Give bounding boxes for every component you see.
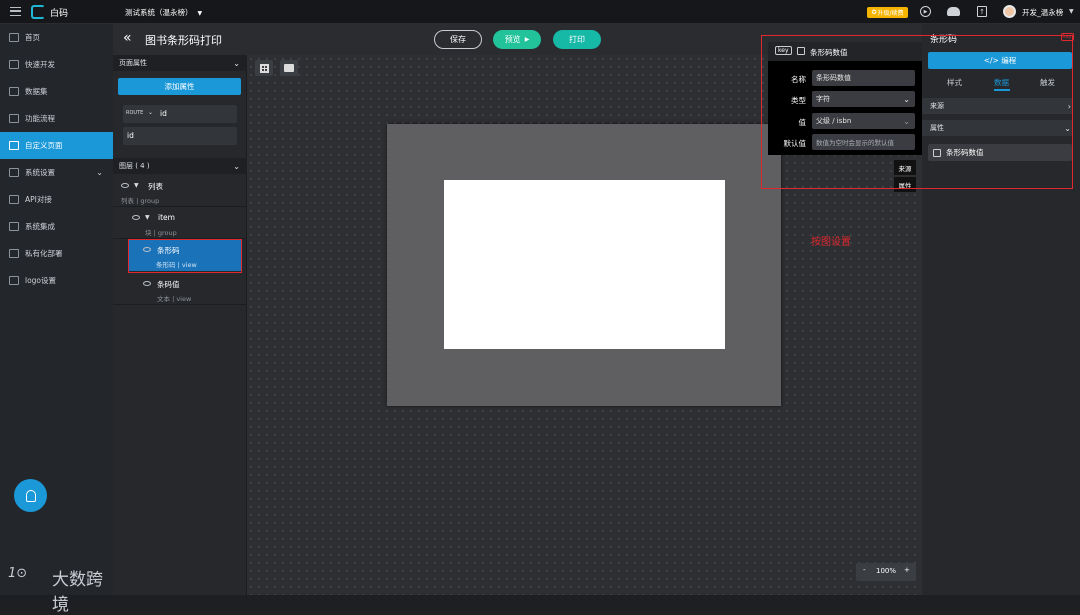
layer-item-barcode-value[interactable]: 条码值 文本 | view — [113, 273, 247, 305]
chevron-down-icon: ⌄ — [96, 168, 103, 177]
annotation-text: 按图设置 — [811, 237, 851, 248]
nav-item-custom-page[interactable]: 自定义页面 — [0, 132, 113, 159]
chevron-down-icon: ⌄ — [233, 58, 240, 68]
avatar[interactable] — [1003, 5, 1016, 18]
nav-item-home[interactable]: 首页 — [0, 24, 113, 51]
left-nav: 首页 快速开发 数据集 功能流程 自定义页面 系统设置 ⌄ API对接 系统集成 … — [0, 24, 113, 615]
page-icon — [9, 141, 19, 150]
add-property-button[interactable]: 添加属性 — [118, 78, 241, 95]
back-icon[interactable]: « — [123, 30, 132, 46]
nav-item-quick-dev[interactable]: 快速开发 — [0, 51, 113, 78]
crown-icon: ✪ — [871, 9, 877, 16]
nav-item-logo[interactable]: logo设置 — [0, 267, 113, 294]
play-icon[interactable]: ▶ — [920, 6, 931, 17]
print-page[interactable] — [387, 124, 781, 406]
lightbulb-button[interactable] — [14, 479, 47, 512]
caret-down-icon[interactable]: ▼ — [145, 214, 150, 221]
highlight-settings-box — [761, 35, 1073, 189]
route-value: id — [160, 109, 167, 118]
watermark-text: 大数跨境 — [52, 570, 103, 615]
chevron-down-icon: ▼ — [197, 10, 203, 17]
flow-icon — [9, 114, 19, 123]
route-field[interactable]: id — [123, 127, 237, 145]
zoom-control[interactable]: - 100% + — [856, 563, 916, 581]
layer-panel: 页面属性 ⌄ 添加属性 ROUTE ⌄ id id 图层 ( 4 ) ⌄ ▼ 列表 … — [113, 55, 247, 595]
save-button[interactable]: 保存 — [434, 30, 482, 49]
chevron-down-icon: ⌄ — [233, 161, 240, 171]
print-button[interactable]: 打印 — [553, 30, 601, 49]
nav-item-api[interactable]: API对接 — [0, 186, 113, 213]
cloud-icon[interactable] — [947, 7, 960, 16]
zoom-value: 100% — [876, 567, 897, 575]
printer-icon — [284, 64, 294, 72]
route-chevron-icon: ⌄ — [148, 109, 154, 116]
preview-button[interactable]: 预览 ▶ — [493, 30, 541, 49]
route-tag: ROUTE — [126, 110, 144, 116]
database-icon — [9, 87, 19, 96]
eye-icon[interactable] — [143, 281, 151, 286]
export-icon[interactable]: ↑ — [977, 6, 987, 17]
brand-name: 白码 — [50, 9, 69, 19]
nav-item-dataset[interactable]: 数据集 — [0, 78, 113, 105]
nav-item-integration[interactable]: 系统集成 — [0, 213, 113, 240]
caret-down-icon[interactable]: ▼ — [134, 182, 139, 189]
user-chevron-icon: ▼ — [1069, 8, 1074, 15]
highlight-layer-box — [128, 239, 242, 273]
page-title: 图书条形码打印 — [145, 34, 222, 47]
grid-toggle-button[interactable] — [255, 60, 273, 76]
nav-item-private-deploy[interactable]: 私有化部署 — [0, 240, 113, 267]
lightbulb-icon — [25, 489, 36, 502]
barcode-block[interactable] — [444, 180, 725, 349]
home-icon — [9, 33, 19, 42]
nav-item-flow[interactable]: 功能流程 — [0, 105, 113, 132]
collapse-menu-icon[interactable] — [10, 7, 21, 16]
route-param-row[interactable]: ROUTE ⌄ id — [123, 105, 237, 123]
api-icon — [9, 195, 19, 204]
eye-icon[interactable] — [121, 183, 129, 188]
zoom-in-button[interactable]: + — [904, 566, 910, 574]
upgrade-badge[interactable]: ✪ 升级/续费 — [867, 7, 908, 18]
user-name[interactable]: 开发_温永榜 — [1022, 7, 1063, 18]
integration-icon — [9, 222, 19, 231]
layer-item-item[interactable]: ▼ item 块 | group — [113, 207, 247, 239]
settings-icon — [9, 168, 19, 177]
cube-icon — [9, 60, 19, 69]
brand-logo-icon — [31, 5, 45, 19]
watermark-logo-icon: 1⊙ — [8, 566, 28, 581]
nav-item-settings[interactable]: 系统设置 ⌄ — [0, 159, 113, 186]
page-props-header[interactable]: 页面属性 ⌄ — [113, 55, 247, 71]
eye-icon[interactable] — [132, 215, 140, 220]
system-selector[interactable]: 测试系统（温永榜） ▼ — [125, 7, 202, 18]
server-icon — [9, 249, 19, 258]
play-icon: ▶ — [524, 36, 530, 43]
layer-item-list[interactable]: ▼ 列表 列表 | group — [113, 175, 247, 207]
grid-icon — [259, 63, 269, 73]
top-bar: 白码 测试系统（温永榜） ▼ ✪ 升级/续费 ▶ ↑ 开发_温永榜 ▼ — [0, 0, 1080, 24]
logo-settings-icon — [9, 276, 19, 285]
zoom-out-button[interactable]: - — [863, 566, 866, 574]
print-button-small[interactable] — [280, 60, 298, 76]
layers-header[interactable]: 图层 ( 4 ) ⌄ — [113, 158, 247, 174]
